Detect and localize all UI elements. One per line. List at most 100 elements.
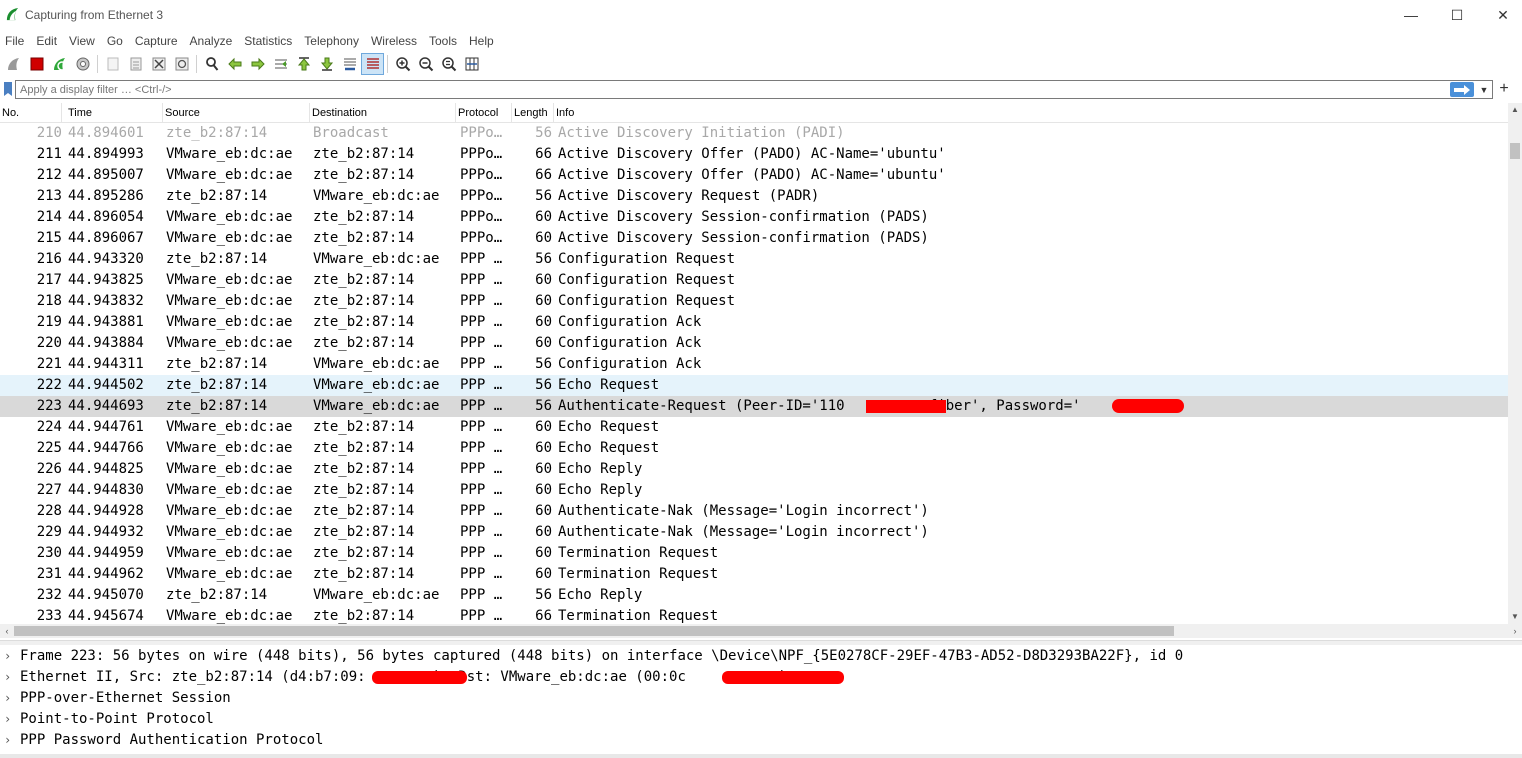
maximize-icon: ☐ [1450, 6, 1464, 23]
packet-row[interactable]: 214 44.896054 VMware_eb:dc:ae zte_b2:87:14 P… [0, 207, 1508, 228]
apply-filter-button[interactable] [1450, 82, 1474, 97]
open-file-button[interactable] [101, 53, 124, 75]
menu-file[interactable]: File [0, 31, 30, 51]
add-filter-button[interactable]: + [1496, 80, 1512, 98]
column-header-protocol[interactable]: Protocol [456, 103, 512, 123]
packet-row[interactable]: 233 44.945674 VMware_eb:dc:ae zte_b2:87:14 P… [0, 606, 1508, 624]
menu-wireless[interactable]: Wireless [365, 31, 423, 51]
go-first-packet-button[interactable] [292, 53, 315, 75]
scroll-right-icon[interactable]: › [1508, 624, 1522, 638]
packet-row[interactable]: 225 44.944766 VMware_eb:dc:ae zte_b2:87:14 P… [0, 438, 1508, 459]
packet-row[interactable]: 227 44.944830 VMware_eb:dc:ae zte_b2:87:14 P… [0, 480, 1508, 501]
scroll-up-icon[interactable]: ▲ [1508, 103, 1522, 117]
capture-options-button[interactable] [71, 53, 94, 75]
bookmark-icon[interactable] [2, 81, 14, 97]
packet-list-vertical-scrollbar[interactable]: ▲ ▼ [1508, 103, 1522, 624]
packet-row[interactable]: 215 44.896067 VMware_eb:dc:ae zte_b2:87:14 P… [0, 228, 1508, 249]
menu-analyze[interactable]: Analyze [184, 31, 239, 51]
chevron-right-icon[interactable]: › [4, 709, 14, 730]
bottom-pane-edge [0, 754, 1522, 758]
detail-pap[interactable]: › PPP Password Authentication Protocol [0, 730, 1522, 751]
column-header-source[interactable]: Source [163, 103, 310, 123]
restart-capture-button[interactable] [48, 53, 71, 75]
cell-time: 44.895007 [68, 167, 144, 183]
resize-columns-button[interactable] [460, 53, 483, 75]
start-capture-button[interactable] [2, 53, 25, 75]
packet-row[interactable]: 219 44.943881 VMware_eb:dc:ae zte_b2:87:14 P… [0, 312, 1508, 333]
chevron-right-icon[interactable]: › [4, 730, 14, 751]
packet-row[interactable]: 218 44.943832 VMware_eb:dc:ae zte_b2:87:14 P… [0, 291, 1508, 312]
reload-file-button[interactable] [170, 53, 193, 75]
packet-row[interactable]: 220 44.943884 VMware_eb:dc:ae zte_b2:87:14 P… [0, 333, 1508, 354]
packet-row[interactable]: 212 44.895007 VMware_eb:dc:ae zte_b2:87:14 P… [0, 165, 1508, 186]
cell-source: VMware_eb:dc:ae [166, 209, 293, 225]
cell-no: 211 [36, 146, 62, 162]
menu-tools[interactable]: Tools [423, 31, 463, 51]
cell-source: VMware_eb:dc:ae [166, 230, 293, 246]
go-back-button[interactable] [223, 53, 246, 75]
cell-time: 44.895286 [68, 188, 144, 204]
close-button[interactable]: ✕ [1480, 0, 1522, 30]
chevron-right-icon[interactable]: › [4, 646, 14, 667]
column-header-length[interactable]: Length [512, 103, 554, 123]
scroll-down-icon[interactable]: ▼ [1508, 610, 1522, 624]
packet-row[interactable]: 221 44.944311 zte_b2:87:14 VMware_eb:dc:ae P… [0, 354, 1508, 375]
stop-capture-button[interactable] [25, 53, 48, 75]
find-packet-button[interactable] [200, 53, 223, 75]
packet-row[interactable]: 211 44.894993 VMware_eb:dc:ae zte_b2:87:14 P… [0, 144, 1508, 165]
pane-splitter[interactable] [0, 640, 1522, 645]
chevron-right-icon[interactable]: › [4, 688, 14, 709]
column-header-destination[interactable]: Destination [310, 103, 456, 123]
cell-destination: zte_b2:87:14 [313, 440, 415, 456]
packet-row[interactable]: 228 44.944928 VMware_eb:dc:ae zte_b2:87:14 P… [0, 501, 1508, 522]
packet-row[interactable]: 230 44.944959 VMware_eb:dc:ae zte_b2:87:14 P… [0, 543, 1508, 564]
packet-row[interactable]: 226 44.944825 VMware_eb:dc:ae zte_b2:87:14 P… [0, 459, 1508, 480]
go-to-packet-button[interactable] [269, 53, 292, 75]
colorize-button[interactable] [361, 53, 384, 75]
save-file-button[interactable] [124, 53, 147, 75]
scroll-left-icon[interactable]: ‹ [0, 624, 14, 638]
cell-source: VMware_eb:dc:ae [166, 461, 293, 477]
go-last-packet-button[interactable] [315, 53, 338, 75]
minimize-button[interactable]: — [1388, 0, 1434, 30]
column-header-info[interactable]: Info [554, 103, 1508, 123]
menu-statistics[interactable]: Statistics [238, 31, 298, 51]
packet-row[interactable]: 223 44.944693 zte_b2:87:14 VMware_eb:dc:ae P… [0, 396, 1508, 417]
packet-row[interactable]: 232 44.945070 zte_b2:87:14 VMware_eb:dc:ae P… [0, 585, 1508, 606]
scroll-thumb[interactable] [1510, 143, 1520, 159]
zoom-out-button[interactable] [414, 53, 437, 75]
filter-history-dropdown[interactable]: ▼ [1478, 82, 1490, 97]
detail-ethernet[interactable]: › Ethernet II, Src: zte_b2:87:14 (d4:b7:… [0, 667, 1522, 688]
menu-help[interactable]: Help [463, 31, 500, 51]
packet-row[interactable]: 224 44.944761 VMware_eb:dc:ae zte_b2:87:14 P… [0, 417, 1508, 438]
menu-capture[interactable]: Capture [129, 31, 184, 51]
cell-info: Echo Request [558, 377, 660, 393]
maximize-button[interactable]: ☐ [1434, 0, 1480, 30]
display-filter-input[interactable] [15, 80, 1493, 99]
menu-view[interactable]: View [63, 31, 101, 51]
packet-row[interactable]: 213 44.895286 zte_b2:87:14 VMware_eb:dc:ae P… [0, 186, 1508, 207]
detail-frame[interactable]: › Frame 223: 56 bytes on wire (448 bits)… [0, 646, 1522, 667]
column-header-time[interactable]: Time [66, 103, 163, 123]
packet-row[interactable]: 222 44.944502 zte_b2:87:14 VMware_eb:dc:ae P… [0, 375, 1508, 396]
scroll-thumb[interactable] [14, 626, 1174, 636]
detail-ppp[interactable]: › Point-to-Point Protocol [0, 709, 1522, 730]
detail-pppoe-session[interactable]: › PPP-over-Ethernet Session [0, 688, 1522, 709]
menu-edit[interactable]: Edit [30, 31, 63, 51]
chevron-right-icon[interactable]: › [4, 667, 14, 688]
zoom-in-button[interactable] [391, 53, 414, 75]
menu-go[interactable]: Go [101, 31, 129, 51]
packet-row[interactable]: 231 44.944962 VMware_eb:dc:ae zte_b2:87:14 P… [0, 564, 1508, 585]
auto-scroll-button[interactable] [338, 53, 361, 75]
packet-list-horizontal-scrollbar[interactable]: ‹ › [0, 624, 1522, 638]
packet-row[interactable]: 210 44.894601 zte_b2:87:14 Broadcast PPPo… 56… [0, 123, 1508, 144]
go-forward-button[interactable] [246, 53, 269, 75]
normal-size-button[interactable] [437, 53, 460, 75]
packet-row[interactable]: 216 44.943320 zte_b2:87:14 VMware_eb:dc:ae P… [0, 249, 1508, 270]
menu-telephony[interactable]: Telephony [298, 31, 365, 51]
detail-text: Frame 223: 56 bytes on wire (448 bits), … [20, 648, 1184, 664]
packet-row[interactable]: 217 44.943825 VMware_eb:dc:ae zte_b2:87:14 P… [0, 270, 1508, 291]
column-header-no[interactable]: No. [0, 103, 62, 123]
close-file-button[interactable] [147, 53, 170, 75]
packet-row[interactable]: 229 44.944932 VMware_eb:dc:ae zte_b2:87:14 P… [0, 522, 1508, 543]
